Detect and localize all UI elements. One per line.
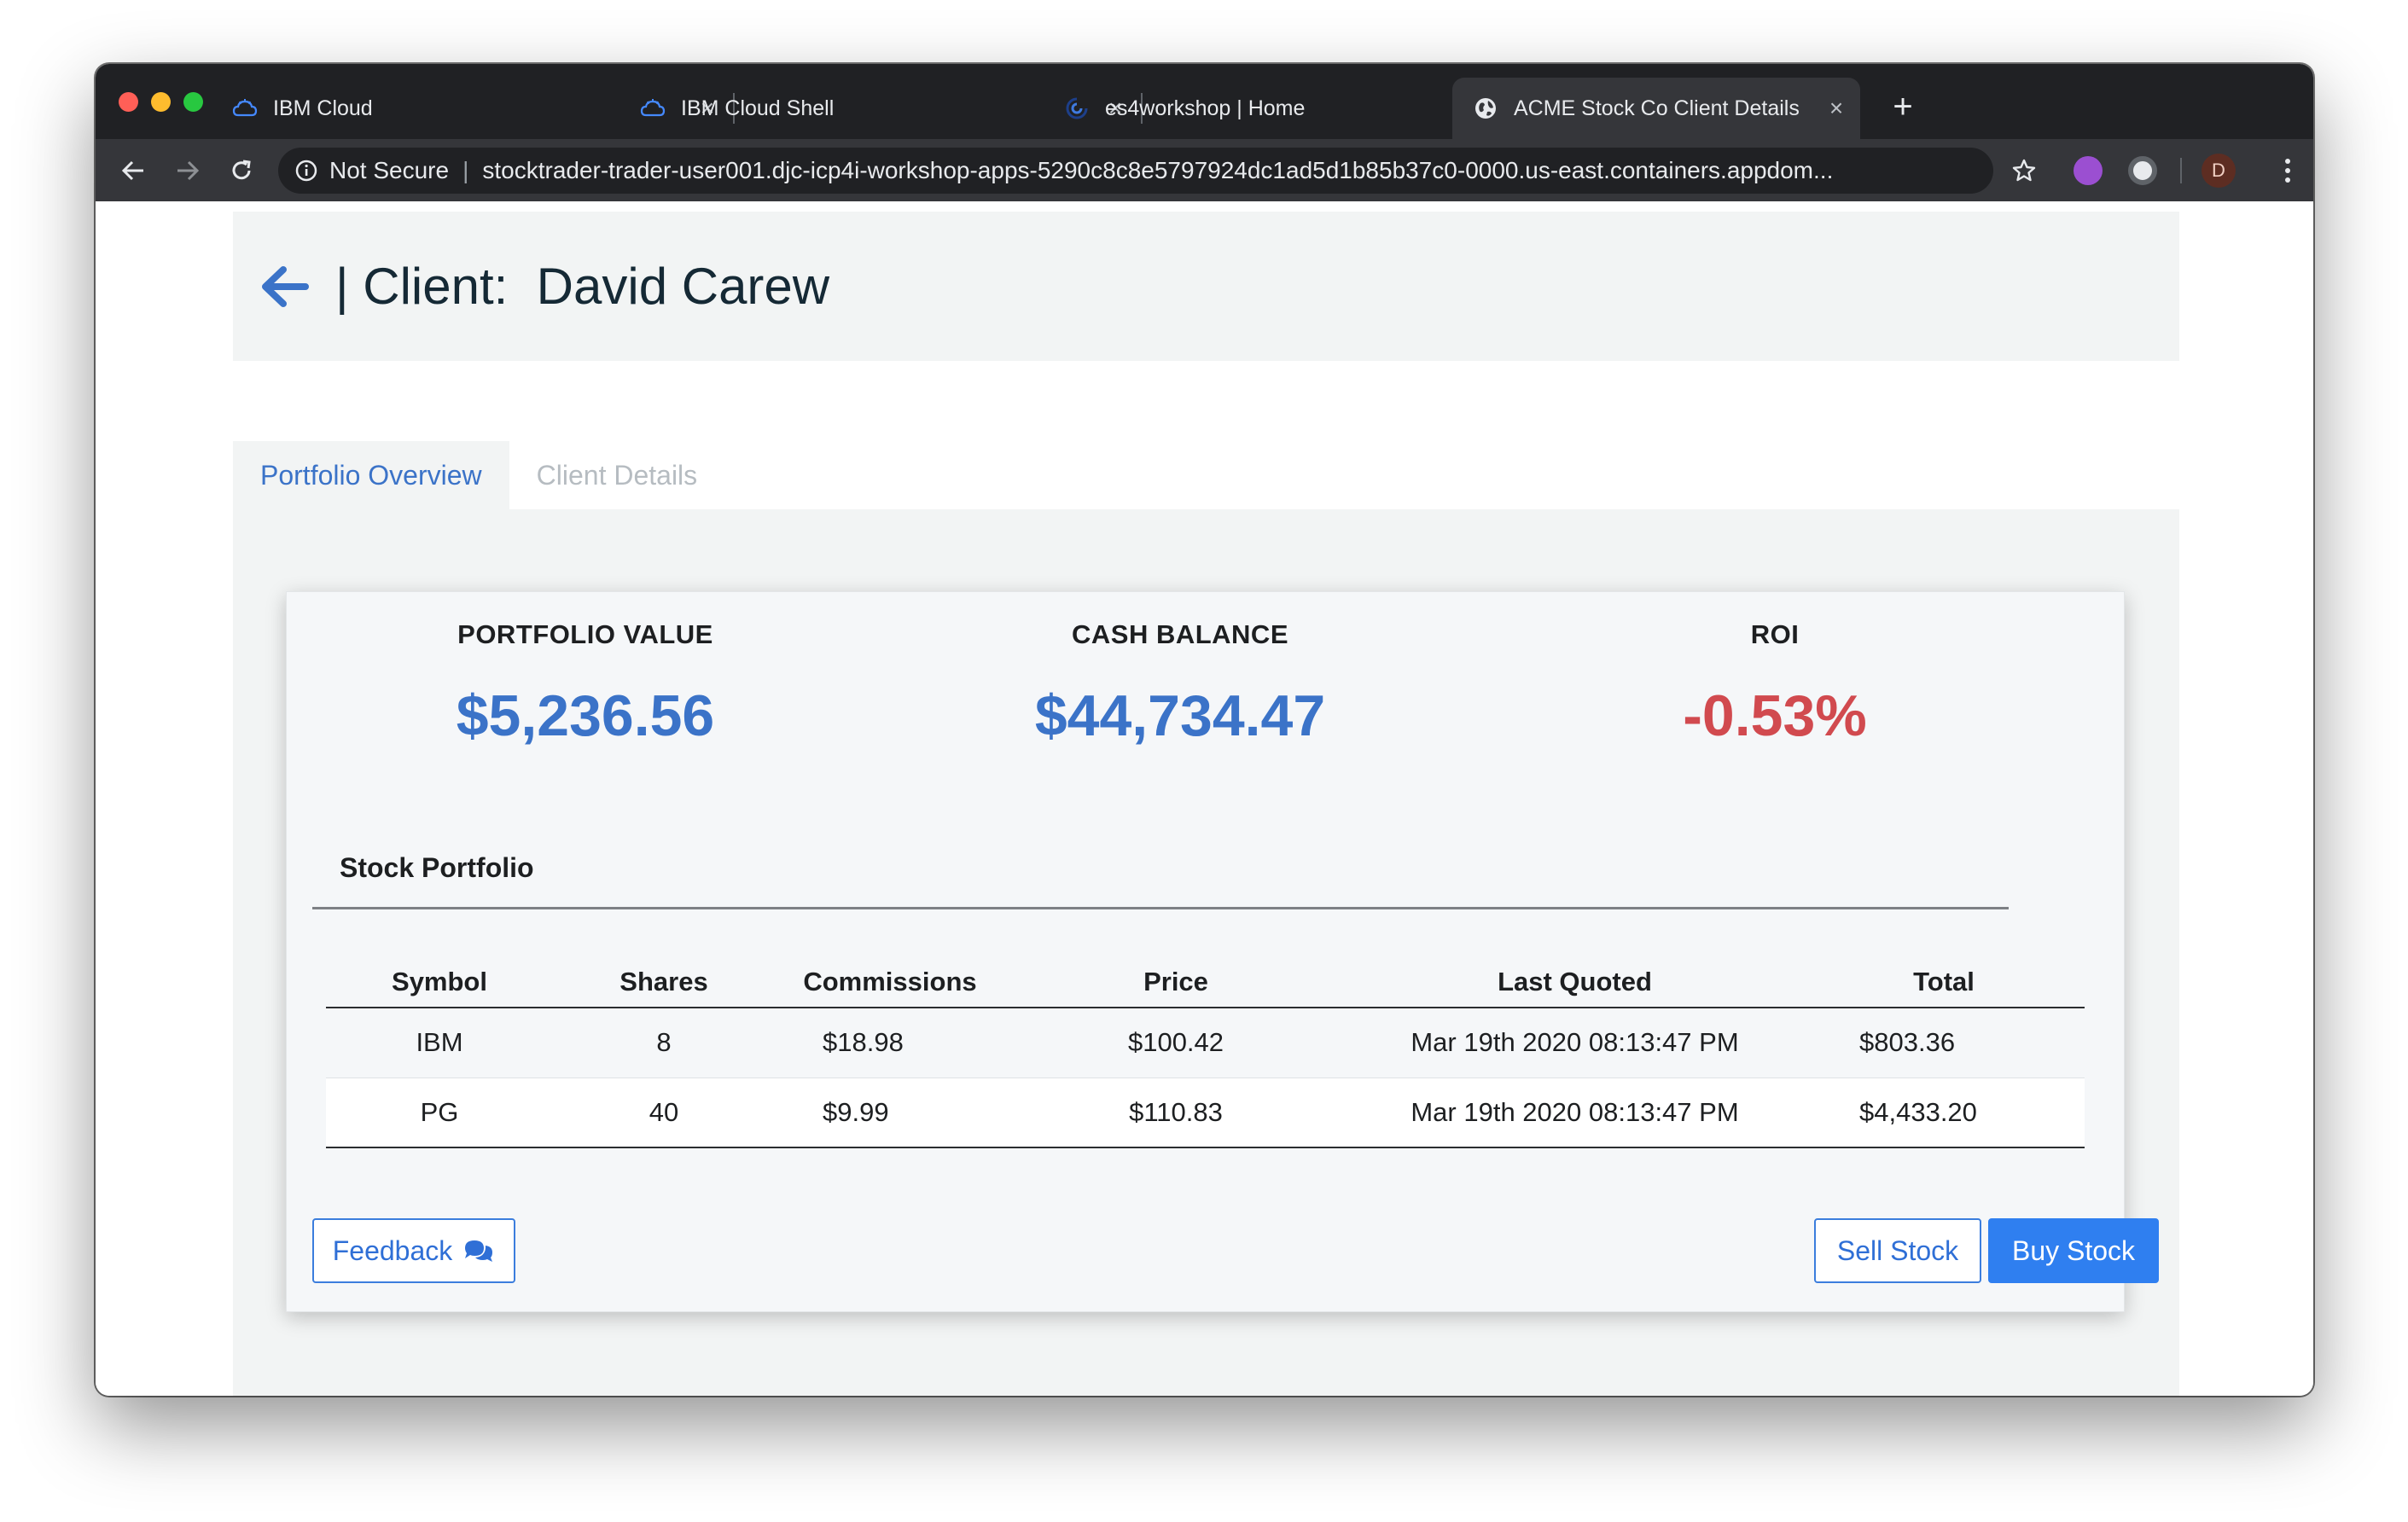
address-separator: | bbox=[462, 157, 469, 183]
back-arrow-icon[interactable] bbox=[259, 261, 310, 312]
ibm-cloud-icon bbox=[640, 96, 666, 121]
roi-label: ROI bbox=[1750, 619, 1800, 649]
minimize-window-button[interactable] bbox=[151, 92, 171, 112]
close-window-button[interactable] bbox=[119, 92, 138, 112]
back-button[interactable] bbox=[117, 154, 149, 187]
tab-strip: IBM Cloud × IBM Cloud Shell × es4worksho… bbox=[96, 64, 2313, 139]
symbol-cell: IBM bbox=[326, 1008, 553, 1078]
column-header: Total bbox=[1803, 956, 2085, 1008]
commissions-cell: $18.98 bbox=[775, 1008, 1005, 1078]
commissions-cell: $9.99 bbox=[775, 1078, 1005, 1148]
symbol-cell: PG bbox=[326, 1078, 553, 1148]
feedback-button-label: Feedback bbox=[332, 1234, 453, 1266]
cash-balance-label: CASH BALANCE bbox=[1072, 619, 1288, 649]
arrow-right-icon bbox=[177, 160, 200, 181]
column-header: Shares bbox=[553, 956, 775, 1008]
sell-stock-button[interactable]: Sell Stock bbox=[1814, 1218, 1981, 1283]
column-header: Symbol bbox=[326, 956, 553, 1008]
event-streams-icon bbox=[1064, 96, 1090, 121]
browser-menu-button[interactable] bbox=[2271, 154, 2305, 188]
arrow-left-icon bbox=[121, 160, 143, 181]
page-content: | Client: David Carew Portfolio Overview… bbox=[96, 201, 2313, 1396]
price-cell: $100.42 bbox=[1005, 1008, 1347, 1078]
stock-portfolio-heading: Stock Portfolio bbox=[340, 852, 534, 883]
browser-toolbar: Not Secure | stocktrader-trader-user001.… bbox=[96, 139, 2313, 201]
roi-value: -0.53% bbox=[1683, 683, 1867, 748]
toolbar-divider bbox=[2180, 158, 2182, 183]
browser-tab-title: IBM Cloud bbox=[273, 96, 373, 120]
maximize-window-button[interactable] bbox=[183, 92, 203, 112]
browser-tab-title: es4workshop | Home bbox=[1105, 96, 1306, 120]
tab-panel: PORTFOLIO VALUE $5,236.56 CASH BALANCE $… bbox=[233, 509, 2179, 1396]
total-cell: $4,433.20 bbox=[1803, 1078, 2085, 1148]
section-divider bbox=[312, 907, 2009, 909]
browser-window: IBM Cloud × IBM Cloud Shell × es4worksho… bbox=[96, 64, 2313, 1396]
comments-icon bbox=[462, 1238, 495, 1263]
total-cell: $803.36 bbox=[1803, 1008, 2085, 1078]
tab-client-details[interactable]: Client Details bbox=[509, 441, 725, 509]
portfolio-value: $5,236.56 bbox=[456, 683, 715, 748]
portfolio-value-stat: PORTFOLIO VALUE $5,236.56 bbox=[287, 619, 884, 749]
roi-stat: ROI -0.53% bbox=[1476, 619, 2074, 749]
last-quoted-cell: Mar 19th 2020 08:13:47 PM bbox=[1347, 1078, 1803, 1148]
info-icon[interactable] bbox=[295, 160, 317, 182]
feedback-button[interactable]: Feedback bbox=[312, 1218, 515, 1283]
extension-icon[interactable] bbox=[2074, 156, 2103, 185]
cash-balance-stat: CASH BALANCE $44,734.47 bbox=[881, 619, 1479, 749]
column-header: Last Quoted bbox=[1347, 956, 1803, 1008]
shares-cell: 8 bbox=[553, 1008, 775, 1078]
price-cell: $110.83 bbox=[1005, 1078, 1347, 1148]
address-bar[interactable]: Not Secure | stocktrader-trader-user001.… bbox=[278, 148, 1993, 194]
browser-tab-title: IBM Cloud Shell bbox=[681, 96, 835, 120]
reload-icon bbox=[232, 160, 251, 180]
shares-cell: 40 bbox=[553, 1078, 775, 1148]
extension-icon[interactable] bbox=[2128, 156, 2157, 185]
globe-icon bbox=[1473, 96, 1498, 121]
security-status: Not Secure bbox=[329, 157, 450, 183]
page-tabs: Portfolio Overview Client Details bbox=[233, 441, 724, 509]
ibm-cloud-icon bbox=[232, 96, 258, 121]
star-icon bbox=[2012, 159, 2036, 182]
table-row[interactable]: PG 40 $9.99 $110.83 Mar 19th 2020 08:13:… bbox=[326, 1078, 2085, 1148]
table-header-row: Symbol Shares Commissions Price Last Quo… bbox=[326, 956, 2085, 1008]
portfolio-card: PORTFOLIO VALUE $5,236.56 CASH BALANCE $… bbox=[286, 591, 2159, 1312]
profile-avatar[interactable]: D bbox=[2202, 154, 2236, 188]
column-header: Commissions bbox=[775, 956, 1005, 1008]
close-icon[interactable]: × bbox=[1824, 96, 1848, 120]
url-text: stocktrader-trader-user001.djc-icp4i-wor… bbox=[482, 157, 1834, 183]
portfolio-value-label: PORTFOLIO VALUE bbox=[457, 619, 713, 649]
page-title: | Client: David Carew bbox=[335, 258, 830, 315]
browser-tab-title: ACME Stock Co Client Details bbox=[1514, 96, 1800, 120]
client-header: | Client: David Carew bbox=[233, 212, 2179, 361]
bookmark-star-button[interactable] bbox=[2008, 154, 2040, 187]
browser-tab-acme-stock[interactable]: ACME Stock Co Client Details × bbox=[1452, 78, 1860, 139]
holdings-table: Symbol Shares Commissions Price Last Quo… bbox=[326, 956, 2085, 1148]
cash-balance-value: $44,734.47 bbox=[1034, 683, 1326, 748]
reload-button[interactable] bbox=[225, 154, 258, 187]
column-header: Price bbox=[1005, 956, 1347, 1008]
last-quoted-cell: Mar 19th 2020 08:13:47 PM bbox=[1347, 1008, 1803, 1078]
buy-stock-button[interactable]: Buy Stock bbox=[1988, 1218, 2159, 1283]
table-row[interactable]: IBM 8 $18.98 $100.42 Mar 19th 2020 08:13… bbox=[326, 1008, 2085, 1078]
new-tab-button[interactable]: + bbox=[1886, 90, 1920, 124]
forward-button[interactable] bbox=[172, 154, 204, 187]
tab-portfolio-overview[interactable]: Portfolio Overview bbox=[233, 441, 509, 509]
